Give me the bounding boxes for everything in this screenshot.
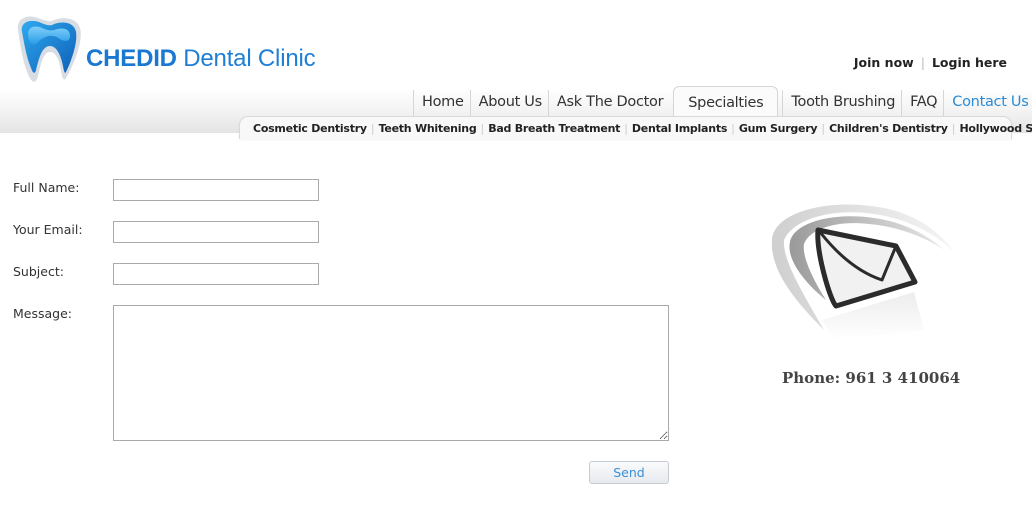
subject-label: Subject: [13,264,64,279]
nav-contact-us[interactable]: Contact Us [943,90,1032,116]
nav-specialties[interactable]: Specialties [673,86,779,116]
nav-about-us[interactable]: About Us [469,90,548,116]
login-link[interactable]: Login here [932,55,1007,70]
subnav-hollywood-smile[interactable]: Hollywood Smile [959,122,1032,135]
subnav-teeth-whitening[interactable]: Teeth Whitening [379,122,477,135]
full-name-input[interactable] [113,179,319,201]
separator: | [920,55,925,70]
separator: | [480,121,485,135]
logo[interactable]: CHEDID Dental Clinic [14,12,324,86]
tooth-icon [17,16,81,82]
subnav-dental-implants[interactable]: Dental Implants [632,122,727,135]
separator: | [951,121,956,135]
main-nav: Home About Us Ask The Doctor Specialties… [413,86,1032,116]
message-textarea[interactable] [113,305,669,441]
subnav-gum-surgery[interactable]: Gum Surgery [739,122,818,135]
nav-faq[interactable]: FAQ [901,90,943,116]
brand-name: CHEDID Dental Clinic [86,45,316,72]
email-label: Your Email: [13,222,83,237]
separator: | [821,121,826,135]
join-now-link[interactable]: Join now [854,55,914,70]
envelope-icon [764,200,959,340]
separator: | [370,121,375,135]
nav-tooth-brushing[interactable]: Tooth Brushing [782,90,901,116]
subject-input[interactable] [113,263,319,285]
subnav-bad-breath-treatment[interactable]: Bad Breath Treatment [488,122,620,135]
send-button[interactable]: Send [589,461,669,484]
account-links: Join now | Login here [854,55,1007,70]
specialties-subnav: Cosmetic Dentistry | Teeth Whitening | B… [239,116,1032,139]
phone-number: Phone: 961 3 410064 [782,369,961,387]
separator: | [731,121,735,135]
nav-home[interactable]: Home [413,90,470,116]
message-label: Message: [13,306,72,321]
subnav-cosmetic-dentistry[interactable]: Cosmetic Dentistry [253,122,367,135]
email-input[interactable] [113,221,319,243]
separator: | [624,121,628,135]
full-name-label: Full Name: [13,180,80,195]
subnav-childrens-dentistry[interactable]: Children's Dentistry [829,122,948,135]
nav-ask-the-doctor[interactable]: Ask The Doctor [547,90,669,116]
